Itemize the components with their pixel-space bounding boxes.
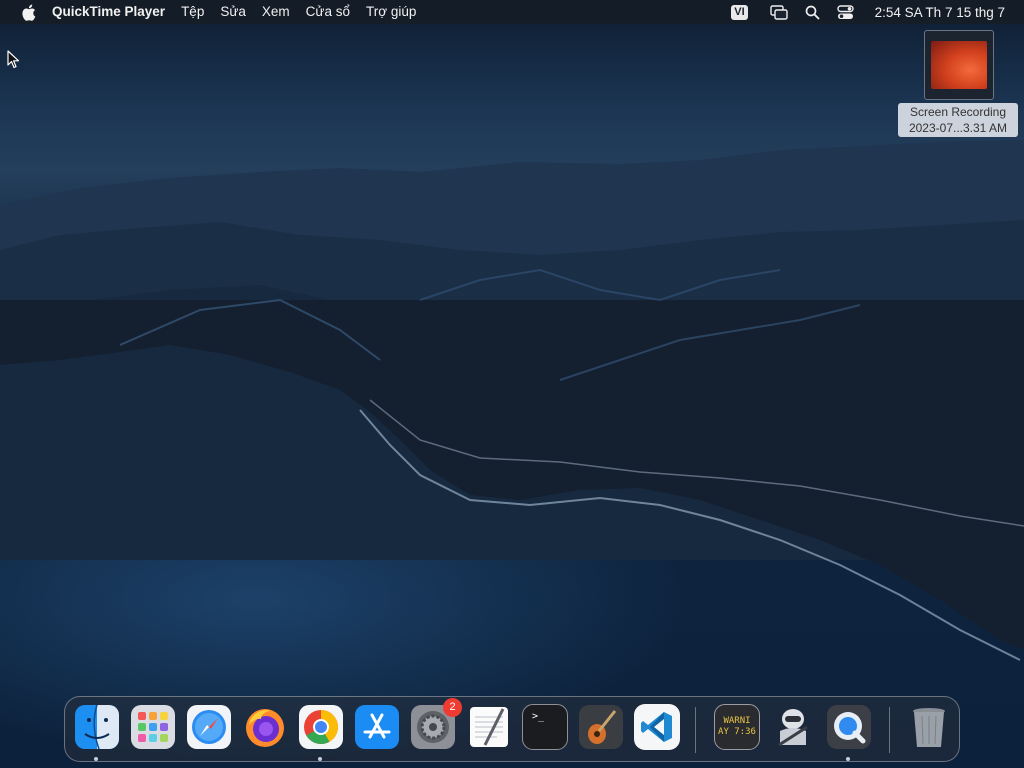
dock-separator (889, 707, 890, 753)
menu-edit[interactable]: Sửa (212, 0, 254, 24)
vscode-icon[interactable] (634, 704, 680, 750)
menu-bar-clock[interactable]: 2:54 SA Th 7 15 thg 7 (875, 5, 1005, 20)
finder-icon[interactable] (74, 704, 120, 750)
file-label-line1: Screen Recording (909, 105, 1007, 119)
input-source-indicator[interactable]: VI (731, 4, 748, 20)
app-store-icon[interactable] (354, 704, 400, 750)
console-icon[interactable]: WARNI AY 7:36 (714, 704, 760, 750)
textedit-icon[interactable] (466, 704, 512, 750)
firefox-icon[interactable] (242, 704, 288, 750)
desktop-wallpaper (0, 0, 1024, 768)
dock: 2 >_ WARNI AY 7:36 (64, 696, 960, 762)
trash-icon[interactable] (906, 704, 952, 750)
menu-window[interactable]: Cửa sổ (298, 0, 358, 24)
safari-icon[interactable] (186, 704, 232, 750)
menu-bar-status-area: VI 2:54 SA Th 7 15 thg 7 (731, 0, 1024, 24)
file-label[interactable]: Screen Recording 2023-07...3.31 AM (898, 103, 1018, 137)
launchpad-icon[interactable] (130, 704, 176, 750)
notification-badge: 2 (443, 698, 462, 717)
apple-menu-icon[interactable] (17, 0, 39, 24)
file-label-line2: 2023-07...3.31 AM (908, 121, 1008, 135)
system-preferences-icon[interactable]: 2 (410, 698, 462, 750)
menu-view[interactable]: Xem (254, 0, 298, 24)
running-indicator (318, 757, 322, 761)
dock-separator (695, 707, 696, 753)
menu-bar: QuickTime Player Tệp Sửa Xem Cửa sổ Trợ … (0, 0, 1024, 24)
terminal-icon[interactable]: >_ (522, 704, 568, 750)
automator-icon[interactable] (770, 704, 816, 750)
control-center-icon[interactable] (836, 2, 856, 22)
menu-app-name[interactable]: QuickTime Player (52, 0, 173, 24)
menu-help[interactable]: Trợ giúp (358, 0, 424, 24)
chrome-icon[interactable] (298, 704, 344, 750)
garageband-icon[interactable] (578, 704, 624, 750)
console-icon-text-line1: WARNI (723, 716, 751, 726)
menu-file[interactable]: Tệp (173, 0, 212, 24)
spotlight-search-icon[interactable] (803, 2, 823, 22)
running-indicator (94, 757, 98, 761)
mouse-cursor-icon (7, 50, 20, 74)
file-thumbnail[interactable] (924, 30, 994, 100)
screen-mirroring-icon[interactable] (770, 2, 790, 22)
quicktime-icon[interactable] (826, 704, 872, 750)
running-indicator (846, 757, 850, 761)
terminal-prompt: >_ (532, 711, 545, 722)
console-icon-text-line2: AY 7:36 (718, 727, 756, 737)
